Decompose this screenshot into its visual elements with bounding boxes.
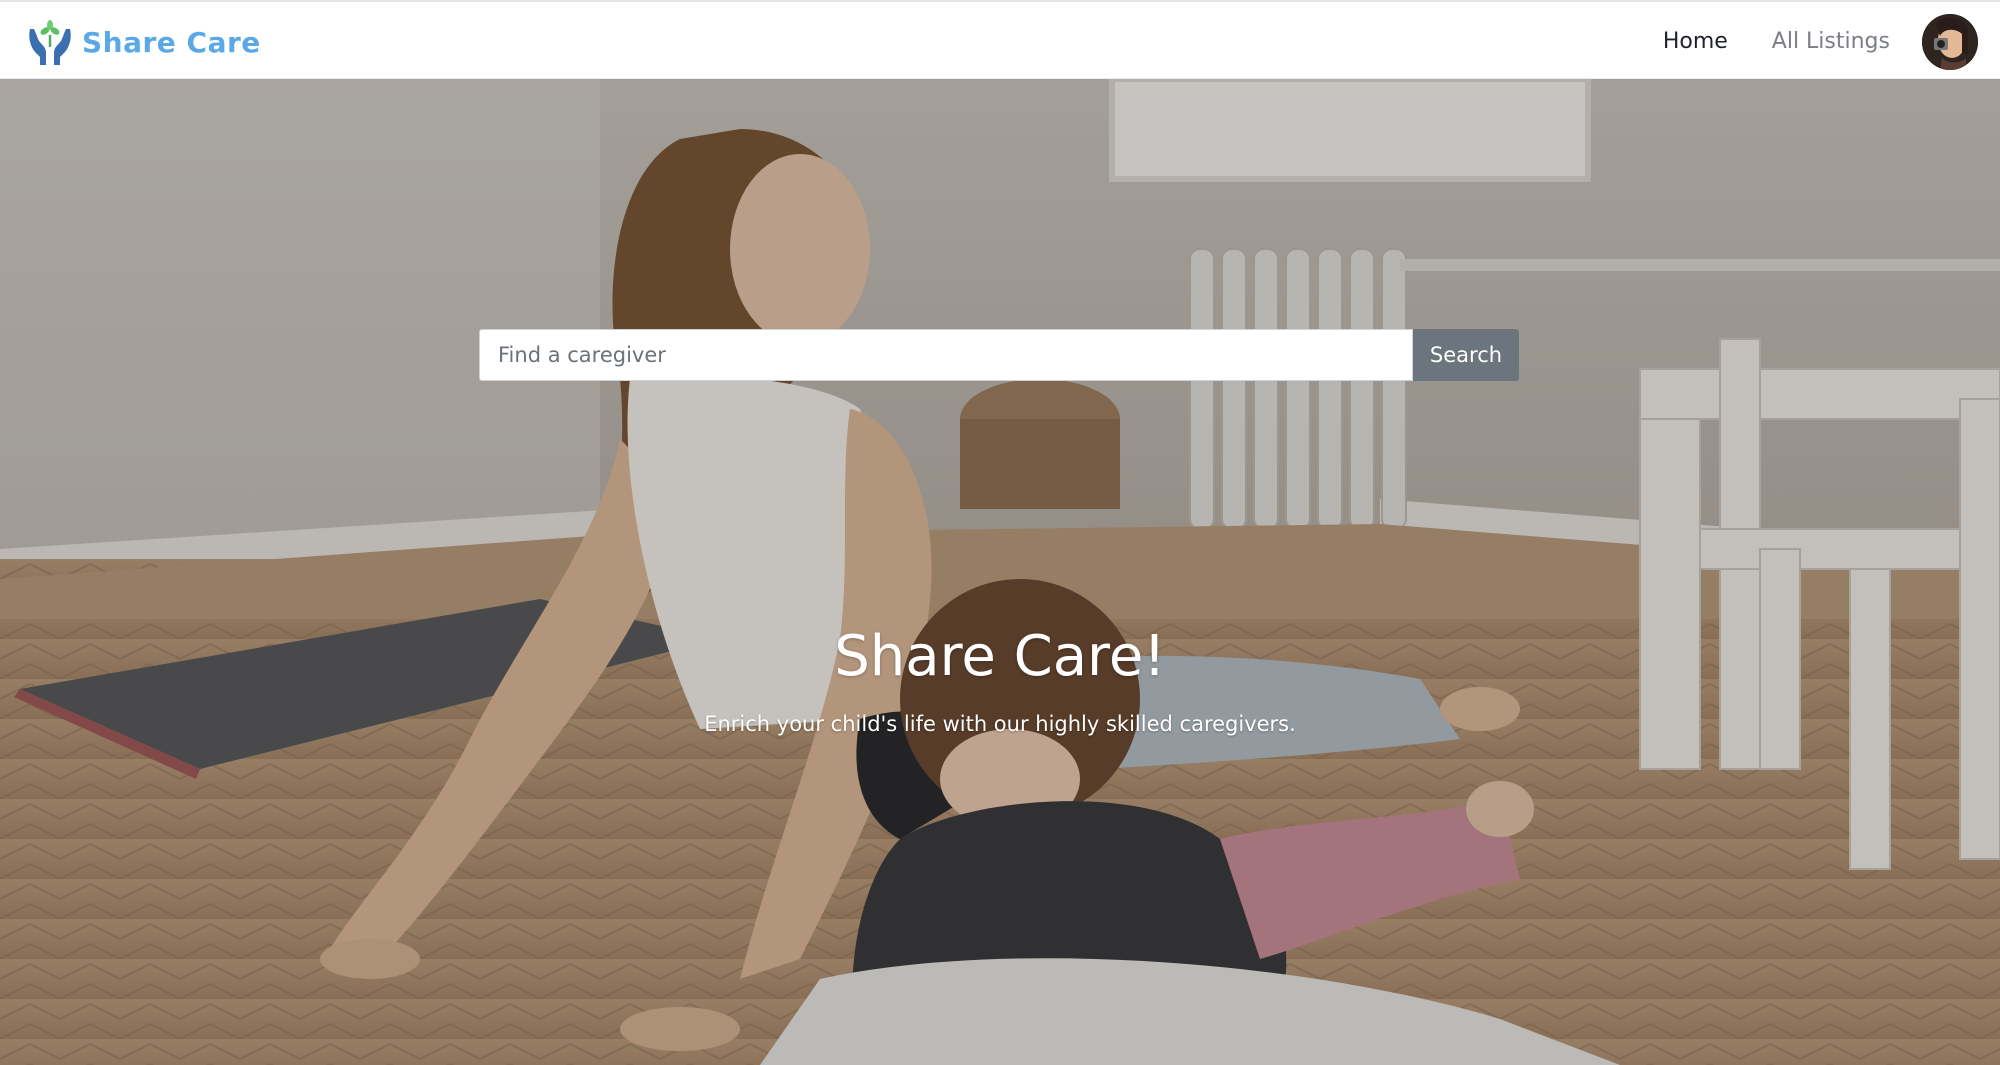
navbar: Share Care Home All Listings <box>0 0 2000 79</box>
hero-overlay <box>0 79 2000 1065</box>
search-form: Search <box>479 329 1519 381</box>
caregiver-search-input[interactable] <box>479 329 1413 381</box>
brand-link[interactable]: Share Care <box>26 18 261 66</box>
nav-link-home[interactable]: Home <box>1663 29 1728 54</box>
hero-subtitle: Enrich your child's life with our highly… <box>704 712 1296 736</box>
search-button[interactable]: Search <box>1413 329 1519 381</box>
brand-name: Share Care <box>82 25 261 59</box>
hands-sprout-icon <box>29 20 71 65</box>
nav-link-all-listings[interactable]: All Listings <box>1772 29 1890 54</box>
nav-links: Home All Listings <box>1663 2 1890 81</box>
hero-title: Share Care! <box>834 624 1166 689</box>
hero-section: Search Share Care! Enrich your child's l… <box>0 79 2000 1065</box>
avatar-image <box>1922 14 1978 70</box>
user-avatar[interactable] <box>1922 14 1978 70</box>
